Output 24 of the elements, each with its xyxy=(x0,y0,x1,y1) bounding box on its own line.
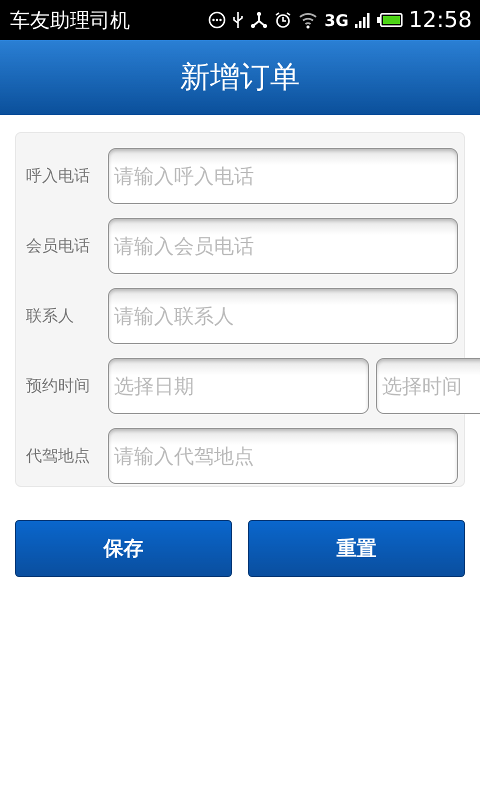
field-label: 联系人 xyxy=(26,306,75,326)
more-icon xyxy=(208,11,226,29)
share-icon xyxy=(250,11,268,29)
signal-icon xyxy=(354,12,371,28)
wifi-icon xyxy=(298,11,318,29)
input-field[interactable]: 选择时间 xyxy=(376,358,480,414)
page-title: 新增订单 xyxy=(180,59,300,97)
app-name: 车友助理司机 xyxy=(10,6,130,34)
input-field[interactable]: 请输入代驾地点 xyxy=(108,428,458,484)
input-field[interactable]: 请输入会员电话 xyxy=(108,218,458,274)
alarm-icon xyxy=(274,11,292,29)
action-button[interactable]: 重置 xyxy=(248,520,465,577)
clock-time: 12:58 xyxy=(408,8,472,32)
action-button[interactable]: 保存 xyxy=(15,520,232,577)
field-label: 代驾地点 xyxy=(26,446,91,466)
field-label: 预约时间 xyxy=(26,376,91,396)
battery-icon xyxy=(376,12,403,28)
field-label: 呼入电话 xyxy=(26,166,91,186)
usb-icon xyxy=(232,11,244,29)
field-label: 会员电话 xyxy=(26,236,91,256)
network-type: 3G xyxy=(324,10,349,30)
input-field[interactable]: 选择日期 xyxy=(108,358,369,414)
input-field[interactable]: 请输入呼入电话 xyxy=(108,148,458,204)
input-field[interactable]: 请输入联系人 xyxy=(108,288,458,344)
